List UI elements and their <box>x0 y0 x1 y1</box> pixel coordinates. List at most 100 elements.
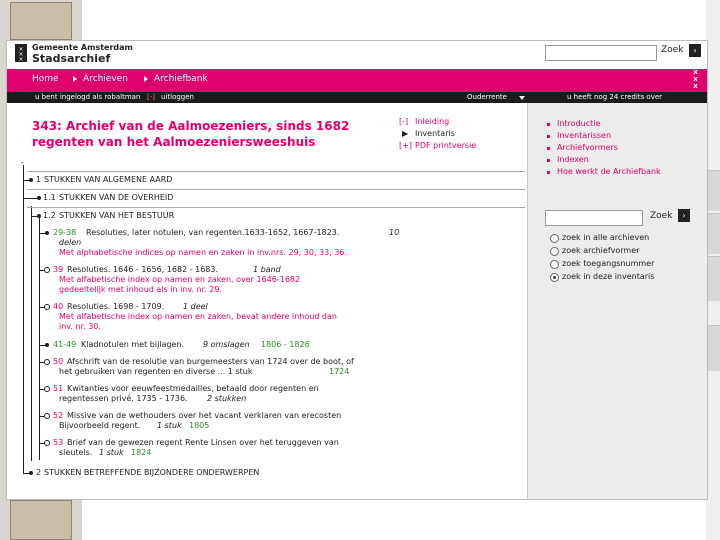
view-option-inventaris[interactable]: Inventaris <box>415 129 455 138</box>
entry-text: Missive van de wethouders over het vacan… <box>67 411 342 420</box>
side-search-label: Zoek <box>650 211 673 221</box>
section-1-2-label[interactable]: STUKKEN VAN HET BESTUUR <box>59 211 174 221</box>
entry-index-note: inv. nr. 30. <box>59 322 101 331</box>
decorative-right-strip <box>706 0 720 540</box>
chevron-down-icon[interactable] <box>519 96 525 100</box>
side-menu-indexen[interactable]: Indexen <box>557 155 589 164</box>
radio-archiefvormer[interactable] <box>550 247 559 256</box>
section-2-number: 2 <box>36 468 42 477</box>
entry-text: Afschrift van de resolutie van burgemees… <box>67 357 354 366</box>
entry-note-cont: delen <box>59 238 82 247</box>
side-menu-hoe-werkt[interactable]: Hoe werkt de Archiefbank <box>557 167 661 176</box>
section-1-number: 1 <box>36 175 42 184</box>
entry-text: Resoluties. 1646 - 1656, 1682 - 1683. <box>67 265 219 274</box>
entry-text: Kwitanties voor eeuwfeestmedailles, beta… <box>67 384 319 393</box>
entry-id[interactable]: 41-49 <box>53 340 76 350</box>
entry-text-cont: Bijvoorbeeld regent. <box>59 421 141 430</box>
entry-index-note: Met alphabetische indices op namen en za… <box>59 248 348 257</box>
entry-note: 1 deel <box>183 302 208 311</box>
view-option-marker: [+] <box>399 141 412 150</box>
tree-node-icon[interactable] <box>45 343 49 347</box>
menu-bullet-icon <box>547 171 550 174</box>
entry-text: Brief van de gewezen regent Rente Linsen… <box>67 438 339 447</box>
entry-id[interactable]: 50 <box>53 357 63 367</box>
entry-text-cont: het gebruiken van regenten en diverse ..… <box>59 367 253 376</box>
entry-note: 1 band <box>253 265 281 274</box>
tree-line <box>31 206 32 461</box>
side-search-go-button[interactable]: › <box>678 209 690 222</box>
entry-years: 1806 - 1826 <box>261 340 310 349</box>
close-icon[interactable]: xxx <box>691 69 700 90</box>
logout-marker: [-] <box>147 93 155 101</box>
tree-node-icon[interactable] <box>29 471 33 475</box>
entry-note: 10 <box>389 228 400 237</box>
entry-index-note: gedeeltelijk met inhoud als in inv. nr. … <box>59 285 222 294</box>
entry-id[interactable]: 40 <box>53 302 63 312</box>
entry-note: 1 stuk <box>99 448 124 457</box>
entry-text: Kladnotulen met bijlagen. <box>81 340 185 349</box>
side-menu-archiefvormers[interactable]: Archiefvormers <box>557 143 618 152</box>
archiefbank-screenshot: × × × Gemeente Amsterdam Stadsarchief Zo… <box>6 40 708 500</box>
entry-index-note: Met alfabetische index op namen en zaken… <box>59 312 337 321</box>
section-1-1-label[interactable]: STUKKEN VAN DE OVERHEID <box>59 193 173 203</box>
radio-label: zoek in alle archieven <box>562 233 650 242</box>
menu-bullet-icon <box>547 147 550 150</box>
play-icon: ▶ <box>402 129 409 138</box>
tree-node-icon[interactable] <box>44 267 50 273</box>
side-search-input[interactable] <box>545 210 643 226</box>
radio-toegangsnummer[interactable] <box>550 260 559 269</box>
nav-home[interactable]: Home <box>32 74 59 84</box>
tree-node-icon[interactable] <box>45 231 49 235</box>
entry-note: 2 stukken <box>207 394 247 403</box>
logged-in-text: u bent ingelogd als robaltman <box>35 93 141 101</box>
tree-node-icon[interactable] <box>44 386 50 392</box>
entry-id[interactable]: 52 <box>53 411 63 421</box>
view-option-inleiding[interactable]: Inleiding <box>415 117 449 126</box>
nav-archieven[interactable]: Archieven <box>83 74 128 84</box>
entry-id[interactable]: 39 <box>53 265 63 275</box>
project-select[interactable]: Ouderrente <box>467 93 507 101</box>
entry-text-cont: sleutels. <box>59 448 93 457</box>
tree-node-icon[interactable] <box>44 359 50 365</box>
view-option-pdf[interactable]: PDF printversie <box>415 141 476 150</box>
tree-line <box>39 217 40 460</box>
nav-archiefbank[interactable]: Archiefbank <box>154 74 208 84</box>
archive-title: 343: Archief van de Aalmoezeniers, sinds… <box>32 118 349 150</box>
section-1-label[interactable]: STUKKEN VAN ALGEMENE AARD <box>44 175 172 185</box>
top-search-go-button[interactable]: › <box>689 44 701 57</box>
menu-bullet-icon <box>547 159 550 162</box>
entry-id[interactable]: 51 <box>53 384 63 394</box>
tree-node-icon[interactable] <box>37 196 41 200</box>
tree-node-icon[interactable] <box>44 304 50 310</box>
svg-text:×: × <box>18 56 23 62</box>
section-1-1-number: 1.1 <box>43 193 56 202</box>
logout-link[interactable]: uitloggen <box>161 93 194 101</box>
divider <box>27 207 525 208</box>
archive-title-line2: regenten van het Aalmoezeniersweeshuis <box>32 135 316 149</box>
side-menu-inventarissen[interactable]: Inventarissen <box>557 131 611 140</box>
amsterdam-logo-icon: × × × <box>15 44 27 62</box>
side-menu-introductie[interactable]: Introductie <box>557 119 600 128</box>
tree-node-icon[interactable] <box>44 413 50 419</box>
entry-index-note: Met alfabetische index op namen en zaken… <box>59 275 301 284</box>
top-search-label: Zoek <box>661 45 684 55</box>
tree-node-icon[interactable] <box>29 178 33 182</box>
radio-all-archives[interactable] <box>550 234 559 243</box>
entry-id[interactable]: 29-38 <box>53 228 76 238</box>
tree-node-icon[interactable] <box>37 214 41 218</box>
right-sidebar <box>527 103 707 499</box>
entry-note: 1 stuk <box>157 421 182 430</box>
entry-years: 1724 <box>329 367 350 376</box>
radio-label: zoek in deze inventaris <box>562 272 655 281</box>
divider <box>27 189 525 190</box>
radio-this-inventory[interactable] <box>550 273 559 282</box>
entry-id[interactable]: 53 <box>53 438 63 448</box>
section-2-label[interactable]: STUKKEN BETREFFENDE BIJZONDERE ONDERWERP… <box>44 468 259 478</box>
tree-node-icon[interactable] <box>44 440 50 446</box>
sidebar-divider <box>527 103 528 499</box>
site-name: Stadsarchief <box>32 52 111 65</box>
view-option-marker: [-] <box>399 117 409 126</box>
entry-text-cont: regentessen privé. 1735 - 1736. <box>59 394 188 403</box>
top-search-input[interactable] <box>545 45 657 61</box>
credits-text: u heeft nog 24 credits over <box>567 93 663 101</box>
